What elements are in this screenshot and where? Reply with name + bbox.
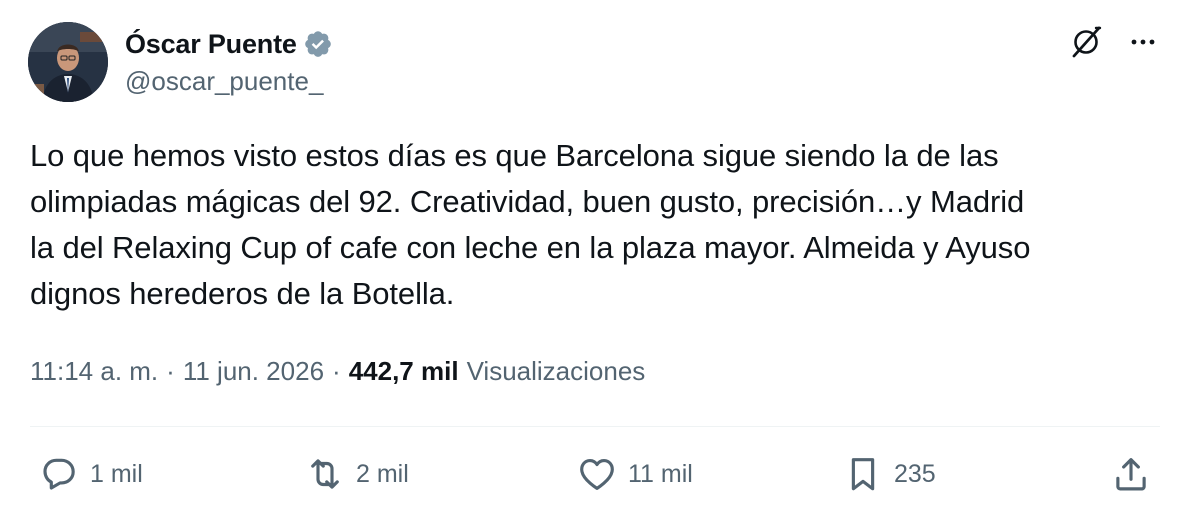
profile-photo xyxy=(28,22,108,102)
grok-icon[interactable] xyxy=(1068,24,1104,65)
like-icon xyxy=(576,453,618,495)
author-name-row: Óscar Puente xyxy=(125,26,333,62)
like-button[interactable]: 11 mil xyxy=(576,452,693,496)
author-name[interactable]: Óscar Puente xyxy=(125,29,297,60)
bookmark-icon xyxy=(842,453,884,495)
bookmark-count: 235 xyxy=(894,459,936,488)
meta-separator: · xyxy=(166,356,175,386)
retweet-button[interactable]: 2 mil xyxy=(304,452,409,496)
tweet-meta: 11:14 a. m. · 11 jun. 2026 · 442,7 mil V… xyxy=(30,356,645,387)
like-count: 11 mil xyxy=(628,459,693,488)
tweet-date[interactable]: 11 jun. 2026 xyxy=(183,356,324,387)
top-actions xyxy=(1068,26,1158,62)
meta-separator: · xyxy=(332,356,341,386)
retweet-icon xyxy=(304,453,346,495)
reply-count: 1 mil xyxy=(90,459,143,488)
author-handle[interactable]: @oscar_puente_ xyxy=(125,66,323,97)
views-label: Visualizaciones xyxy=(466,356,646,386)
reply-icon xyxy=(38,453,80,495)
more-icon[interactable] xyxy=(1128,27,1158,62)
views-count: 442,7 mil xyxy=(348,356,459,386)
bookmark-button[interactable]: 235 xyxy=(842,452,936,496)
avatar[interactable] xyxy=(28,22,108,102)
tweet-time[interactable]: 11:14 a. m. xyxy=(30,356,158,387)
reply-button[interactable]: 1 mil xyxy=(38,452,143,496)
share-button[interactable] xyxy=(1110,452,1152,496)
divider xyxy=(30,426,1160,427)
verified-badge-icon[interactable] xyxy=(303,29,333,59)
tweet-card: Óscar Puente @oscar_puente_ Lo que hemos… xyxy=(0,0,1188,518)
tweet-text: Lo que hemos visto estos días es que Bar… xyxy=(30,138,1031,311)
retweet-count: 2 mil xyxy=(356,459,409,488)
share-icon xyxy=(1110,453,1152,495)
